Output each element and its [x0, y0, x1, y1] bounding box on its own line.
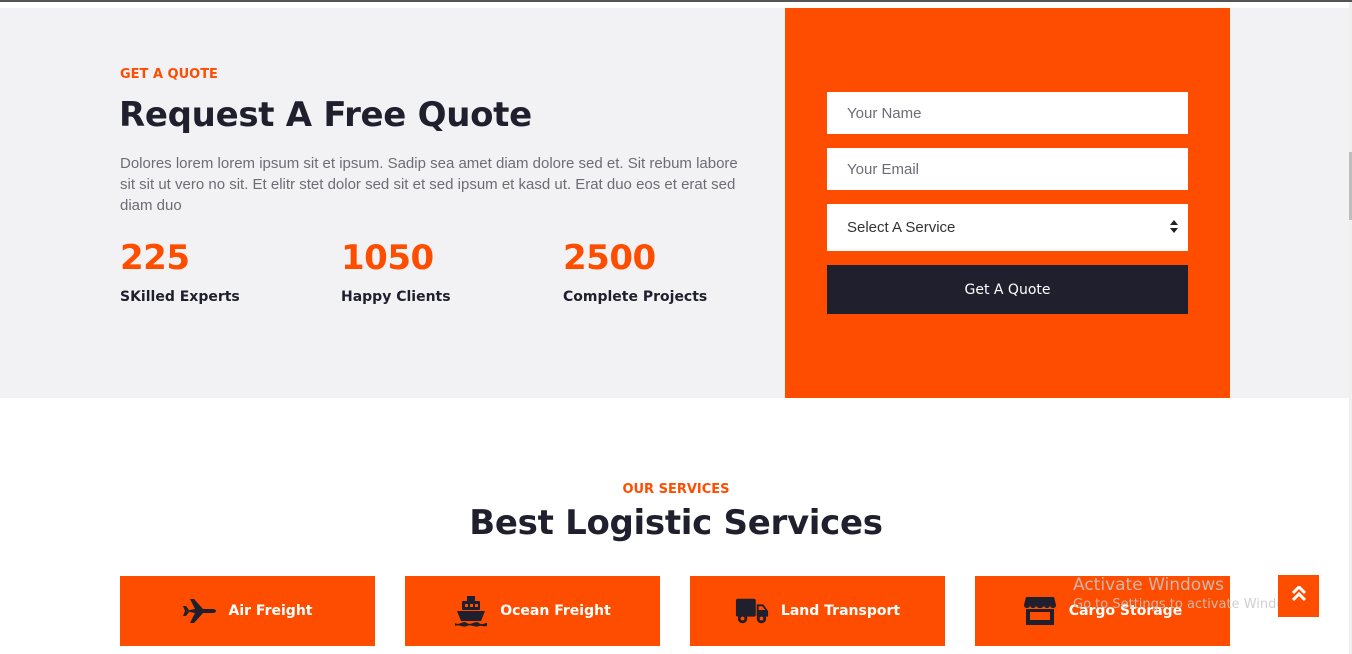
- service-select-value: Select A Service: [847, 219, 956, 236]
- name-input[interactable]: [827, 92, 1188, 134]
- select-arrows-icon: [1170, 220, 1178, 234]
- stat-skilled-experts: 225 SKilled Experts: [120, 237, 240, 305]
- warehouse-icon: [1023, 594, 1057, 628]
- stat-label: Happy Clients: [341, 289, 451, 305]
- back-to-top-button[interactable]: [1278, 575, 1319, 617]
- truck-icon: [735, 594, 769, 628]
- service-ocean-freight[interactable]: Ocean Freight: [405, 576, 660, 646]
- stat-number: 225: [120, 238, 190, 278]
- service-label: Ocean Freight: [500, 603, 611, 619]
- service-land-transport[interactable]: Land Transport: [690, 576, 945, 646]
- service-air-freight[interactable]: Air Freight: [120, 576, 375, 646]
- ship-icon: [454, 594, 488, 628]
- quote-form-panel: Select A Service Get A Quote: [785, 8, 1230, 398]
- top-border: [0, 0, 1352, 2]
- stat-number: 2500: [563, 238, 656, 278]
- services-title: Best Logistic Services: [469, 503, 883, 543]
- quote-title: Request A Free Quote: [119, 95, 532, 135]
- double-chevron-up-icon: [1291, 584, 1306, 607]
- email-input[interactable]: [827, 148, 1188, 190]
- stat-label: SKilled Experts: [120, 289, 240, 305]
- quote-description: Dolores lorem lorem ipsum sit et ipsum. …: [120, 155, 738, 214]
- stat-happy-clients: 1050 Happy Clients: [341, 237, 451, 305]
- services-eyebrow: OUR SERVICES: [622, 482, 730, 497]
- service-cargo-storage[interactable]: Cargo Storage: [975, 576, 1230, 646]
- service-label: Cargo Storage: [1068, 603, 1183, 619]
- service-label: Land Transport: [780, 603, 901, 619]
- stat-complete-projects: 2500 Complete Projects: [563, 237, 707, 305]
- plane-icon: [182, 594, 217, 628]
- service-label: Air Freight: [228, 603, 313, 619]
- stat-number: 1050: [341, 238, 434, 278]
- stat-label: Complete Projects: [563, 289, 708, 305]
- quote-eyebrow: GET A QUOTE: [120, 67, 218, 82]
- get-quote-button[interactable]: Get A Quote: [827, 265, 1188, 314]
- service-select[interactable]: Select A Service: [827, 204, 1188, 251]
